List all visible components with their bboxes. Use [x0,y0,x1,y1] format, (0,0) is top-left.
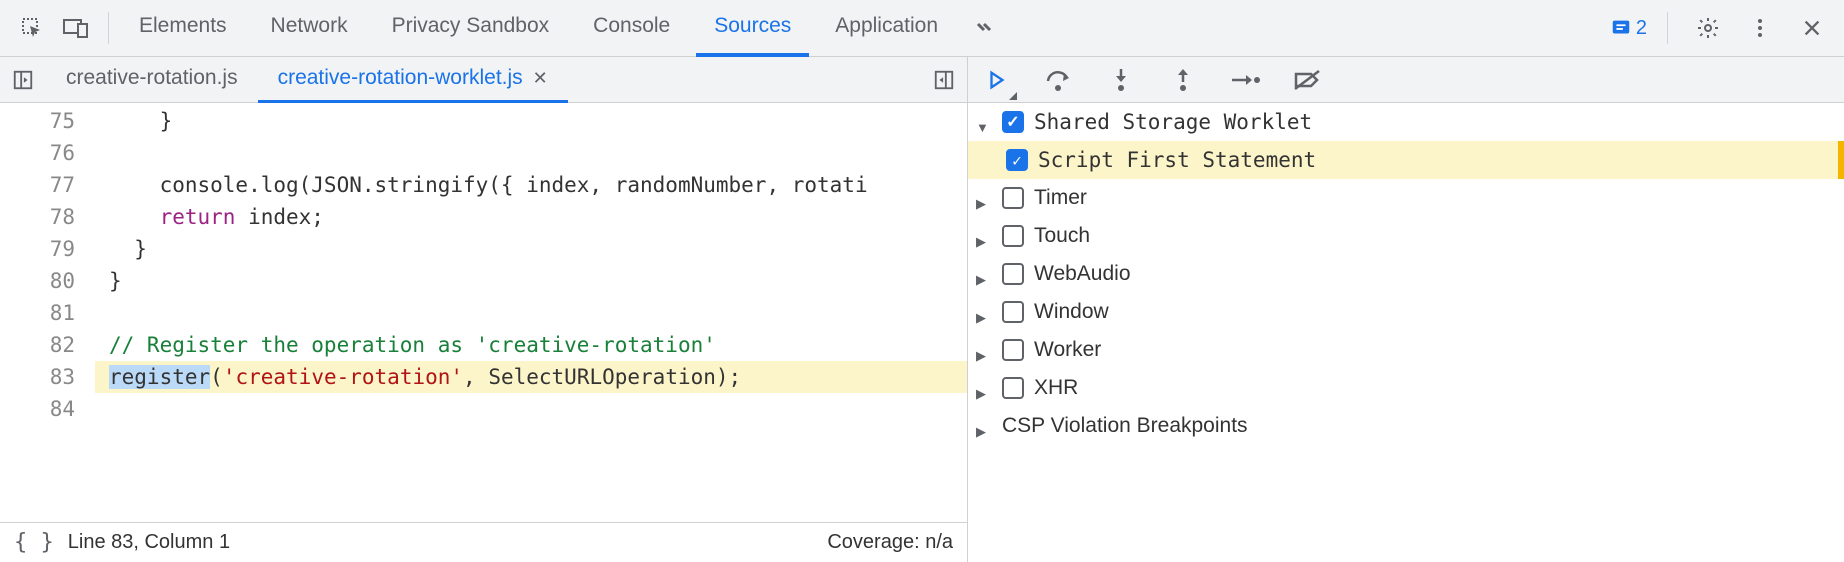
gear-icon[interactable] [1688,8,1728,48]
devtools-toolbar: Elements Network Privacy Sandbox Console… [0,0,1844,57]
breakpoint-section-label: CSP Violation Breakpoints [1002,414,1248,438]
resume-icon[interactable] [978,61,1016,99]
breakpoint-group-label: Shared Storage Worklet [1034,110,1312,134]
breakpoint-group-label: Window [1034,300,1109,324]
checkbox[interactable] [1002,263,1024,285]
panel-tabs: Elements Network Privacy Sandbox Console… [121,0,1606,57]
debugger-toggle-icon[interactable] [921,57,967,103]
step-icon[interactable] [1226,61,1264,99]
breakpoint-group[interactable]: Timer [968,179,1844,217]
toolbar-right: 2 [1610,8,1832,48]
inspect-icon[interactable] [12,8,52,48]
close-icon[interactable] [1792,8,1832,48]
chevron-right-icon[interactable] [976,304,992,320]
editor-status-bar: { } Line 83, Column 1 Coverage: n/a [0,522,967,562]
close-icon[interactable]: ✕ [533,68,548,89]
file-tab-creative-rotation[interactable]: creative-rotation.js [46,57,258,103]
checkbox[interactable] [1006,149,1028,171]
tab-sources[interactable]: Sources [696,0,809,57]
tab-application[interactable]: Application [817,0,956,57]
step-out-icon[interactable] [1164,61,1202,99]
breakpoint-group[interactable]: XHR [968,369,1844,407]
line-gutter: 75767778798081828384 [0,103,95,522]
breakpoint-group-label: WebAudio [1034,262,1131,286]
chevron-right-icon[interactable] [976,190,992,206]
main-split: creative-rotation.js creative-rotation-w… [0,57,1844,562]
breakpoint-item-label: Script First Statement [1038,148,1316,172]
pretty-print-icon[interactable]: { } [14,530,54,555]
breakpoint-group[interactable]: Shared Storage Worklet [968,103,1844,141]
checkbox[interactable] [1002,187,1024,209]
chevron-down-icon[interactable] [976,114,992,130]
code-editor[interactable]: 75767778798081828384 } console.log(JSON.… [0,103,967,522]
file-tab-label: creative-rotation.js [66,66,238,90]
navigator-toggle-icon[interactable] [0,57,46,103]
kebab-icon[interactable] [1740,8,1780,48]
breakpoint-group[interactable]: Window [968,293,1844,331]
more-tabs-icon[interactable] [964,8,1004,48]
checkbox[interactable] [1002,339,1024,361]
breakpoint-group[interactable]: Touch [968,217,1844,255]
debugger-pane: Shared Storage Worklet Script First Stat… [968,57,1844,562]
tab-privacy-sandbox[interactable]: Privacy Sandbox [374,0,568,57]
device-toggle-icon[interactable] [56,8,96,48]
breakpoint-group-label: Worker [1034,338,1101,362]
chevron-right-icon[interactable] [976,342,992,358]
checkbox[interactable] [1002,111,1024,133]
chevron-right-icon[interactable] [976,418,992,434]
issues-count: 2 [1636,17,1647,40]
breakpoint-group-label: XHR [1034,376,1078,400]
file-tab-bar: creative-rotation.js creative-rotation-w… [0,57,967,103]
deactivate-breakpoints-icon[interactable] [1288,61,1326,99]
chevron-right-icon[interactable] [976,228,992,244]
checkbox[interactable] [1002,225,1024,247]
checkbox[interactable] [1002,301,1024,323]
breakpoint-section[interactable]: CSP Violation Breakpoints [968,407,1844,445]
code-lines: } console.log(JSON.stringify({ index, ra… [95,103,967,522]
sources-pane: creative-rotation.js creative-rotation-w… [0,57,968,562]
breakpoint-list: Shared Storage Worklet Script First Stat… [968,103,1844,562]
breakpoint-group-label: Timer [1034,186,1087,210]
toolbar-separator [1667,12,1668,44]
chevron-right-icon[interactable] [976,266,992,282]
tab-console[interactable]: Console [575,0,688,57]
breakpoint-group-label: Touch [1034,224,1090,248]
issues-badge[interactable]: 2 [1610,17,1647,40]
breakpoint-group[interactable]: WebAudio [968,255,1844,293]
cursor-position: Line 83, Column 1 [68,531,230,554]
step-into-icon[interactable] [1102,61,1140,99]
file-tab-label: creative-rotation-worklet.js [278,66,523,90]
debug-toolbar [968,57,1844,103]
checkbox[interactable] [1002,377,1024,399]
file-tab-creative-rotation-worklet[interactable]: creative-rotation-worklet.js ✕ [258,57,568,103]
toolbar-separator [108,12,109,44]
breakpoint-item[interactable]: Script First Statement [968,141,1844,179]
tab-network[interactable]: Network [253,0,366,57]
chevron-right-icon[interactable] [976,380,992,396]
tab-elements[interactable]: Elements [121,0,245,57]
step-over-icon[interactable] [1040,61,1078,99]
coverage-info: Coverage: n/a [827,531,953,554]
breakpoint-group[interactable]: Worker [968,331,1844,369]
